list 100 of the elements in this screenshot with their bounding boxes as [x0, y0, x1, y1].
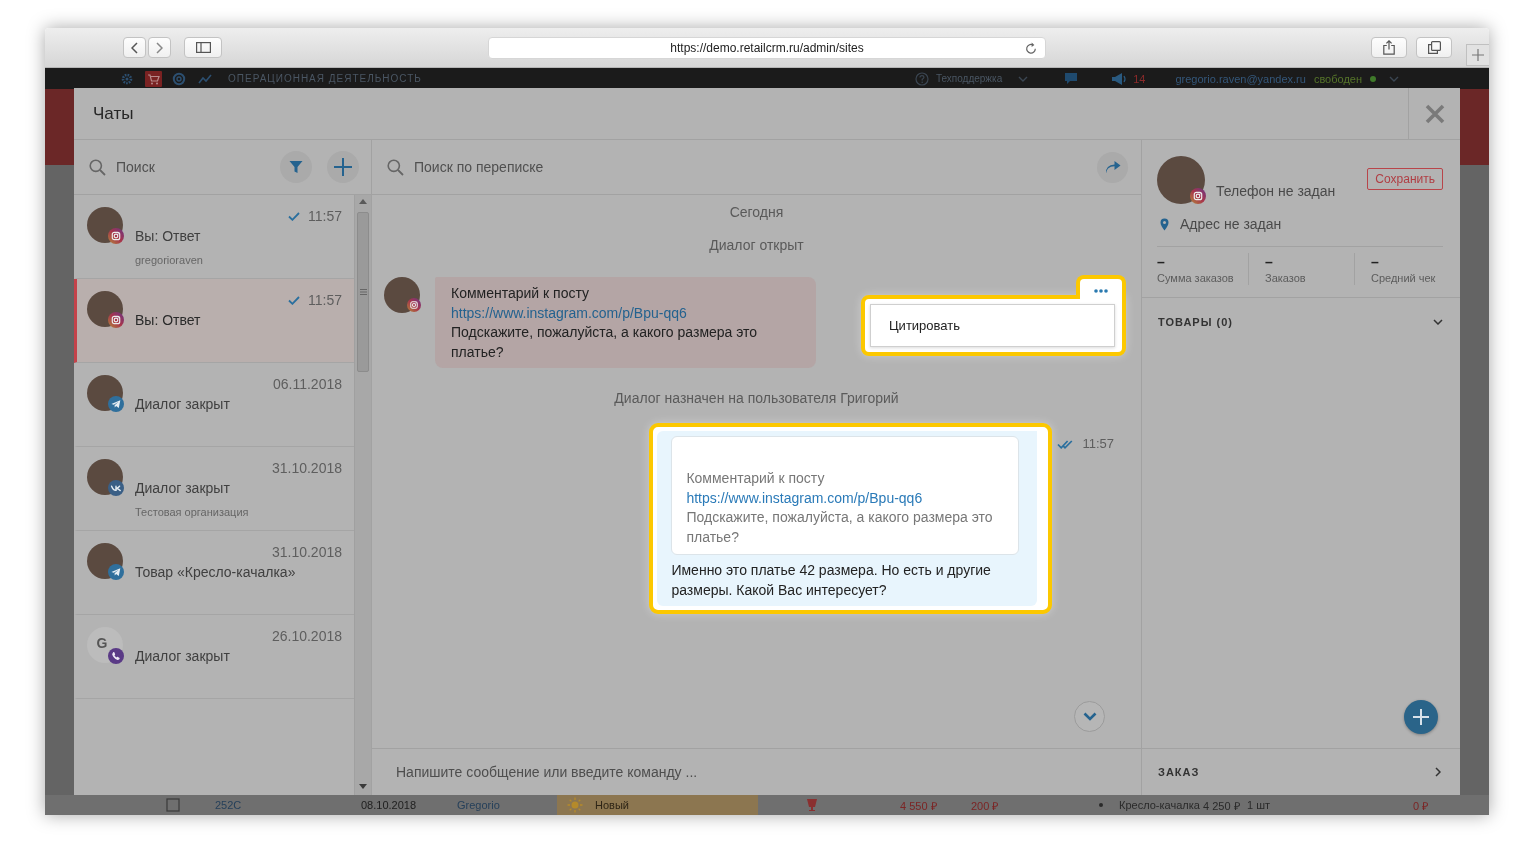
post-link[interactable]: https://www.instagram.com/p/Bpu-qq6: [686, 489, 923, 506]
add-button[interactable]: [1404, 700, 1438, 734]
sun-icon: [567, 797, 583, 813]
share-button[interactable]: [1371, 37, 1407, 58]
system-message: Сегодня: [729, 203, 784, 222]
chat-preview: Диалог закрыт: [135, 479, 231, 498]
avatar: [1157, 156, 1205, 204]
stat-value: –: [1265, 255, 1274, 269]
address-text: Адрес не задан: [1180, 216, 1282, 232]
scroll-down-button[interactable]: [1074, 701, 1105, 732]
cart-tile-icon[interactable]: [145, 70, 162, 87]
plus-icon: [1413, 709, 1429, 725]
chat-preview: Товар «Кресло-качалка»: [135, 563, 297, 582]
forward-button[interactable]: [1097, 151, 1128, 183]
filter-button[interactable]: [280, 151, 312, 183]
search-icon: [89, 158, 106, 176]
camera-badge-icon: [108, 228, 124, 244]
chat-time: 31.10.2018: [271, 543, 342, 561]
cup-icon: [806, 798, 818, 812]
chat-time: 11:57: [308, 291, 342, 309]
system-message: Диалог назначен на пользователя Григорий: [614, 389, 899, 408]
chevron-down-icon[interactable]: [1433, 319, 1443, 325]
bullet-icon: [1099, 803, 1103, 807]
plus-icon: [1472, 49, 1484, 61]
message-field[interactable]: Напишите сообщение или введите команду ...: [396, 762, 1117, 782]
more-button[interactable]: [1076, 275, 1126, 299]
sidebar-button[interactable]: [184, 37, 222, 58]
plus-icon: [334, 158, 352, 176]
chevron-right-icon[interactable]: [1435, 767, 1441, 777]
triangle-up-icon[interactable]: [359, 199, 367, 204]
tabs-button[interactable]: [1416, 37, 1452, 58]
ring-icon[interactable]: [172, 71, 186, 86]
search-field[interactable]: Поиск по переписке: [414, 157, 1097, 177]
grip-lines-icon: [359, 289, 367, 295]
forward-button[interactable]: [148, 37, 171, 58]
chat-item[interactable]: 31.10.2018 Товар «Кресло-качалка»: [74, 531, 354, 615]
stat-label: Средний чек: [1371, 271, 1437, 285]
chat-bubble-icon[interactable]: [1064, 72, 1079, 85]
status-text: Новый: [595, 799, 629, 811]
chat-time: 31.10.2018: [271, 459, 342, 477]
badge-icon: [108, 480, 124, 496]
dots-icon: [1094, 289, 1108, 293]
table-cell-text: Кресло-качалка: [1119, 799, 1201, 811]
chat-subtitle: Тестовая организация: [135, 505, 250, 519]
post-link[interactable]: https://www.instagram.com/p/Bpu-qq6: [451, 304, 687, 321]
table-cell-text: 200 ₽: [971, 798, 1000, 813]
stat-label: Заказов: [1265, 271, 1307, 285]
table-cell-text: 0 ₽: [1413, 798, 1429, 813]
notification-count: 14: [1133, 72, 1146, 85]
tabs-icon: [1427, 41, 1441, 54]
section-title[interactable]: ТОВАРЫ (0): [1158, 315, 1233, 329]
chevron-down-icon: [1082, 712, 1097, 721]
chat-time: 11:57: [308, 207, 342, 225]
back-button[interactable]: [123, 37, 146, 58]
table-cell-text: 4 550 ₽: [900, 798, 938, 813]
new-tab-button[interactable]: [1466, 44, 1489, 66]
message-text: Комментарий к посту: [451, 284, 591, 303]
chat-preview: Вы: Ответ: [135, 311, 202, 330]
sidebar-icon: [195, 42, 211, 53]
chat-item[interactable]: G 26.10.2018 Диалог закрыт: [74, 615, 354, 699]
message-time: 11:57: [1082, 437, 1114, 451]
chat-preview: Вы: Ответ: [135, 227, 202, 246]
save-button[interactable]: Сохранить: [1367, 168, 1443, 190]
user-status: свободен: [1313, 72, 1362, 85]
camera-badge-icon: [108, 312, 124, 328]
section-title[interactable]: ЗАКАЗ: [1158, 765, 1200, 779]
menu-item[interactable]: Цитировать: [871, 305, 1114, 346]
camera-badge-icon: [407, 298, 421, 312]
message-text: Именно это платье 42 размера. Но есть и другие размеры. Какой Вас интересует?: [671, 561, 992, 600]
table-cell-text: 08.10.2018: [361, 799, 418, 811]
share-icon: [1383, 40, 1395, 55]
phone-text: Телефон не задан: [1216, 183, 1336, 199]
location-pin-icon: [1160, 217, 1169, 231]
search-field[interactable]: Поиск: [116, 157, 280, 177]
checkbox-icon[interactable]: [166, 798, 180, 812]
message-text: Подскажите, пожалуйста, а какого размера это платье?: [451, 323, 759, 362]
system-message: Диалог открыт: [709, 236, 804, 255]
reload-icon: [1025, 41, 1037, 55]
phone-badge-icon: [108, 648, 124, 664]
stat-value: –: [1157, 255, 1166, 269]
chat-item[interactable]: 31.10.2018 Диалог закрыт Тестовая организация: [74, 447, 354, 531]
table-cell-text: Gregorio: [457, 799, 501, 811]
modal-title: Чаты: [93, 103, 134, 124]
address-field[interactable]: https://demo.retailcrm.ru/admin/sites: [488, 36, 1046, 59]
add-button[interactable]: [327, 151, 359, 183]
scrollbar[interactable]: [354, 195, 371, 795]
curved-arrow-icon: [1104, 160, 1121, 174]
scrollbar-thumb[interactable]: [357, 212, 369, 372]
chat-preview: Диалог закрыт: [135, 395, 231, 414]
help-circle-icon[interactable]: [914, 71, 929, 86]
chat-item[interactable]: 06.11.2018 Диалог закрыт: [74, 363, 354, 447]
gear-icon[interactable]: [121, 72, 133, 85]
chat-time: 26.10.2018: [271, 627, 342, 645]
chevron-right-icon: [156, 41, 163, 54]
filter-icon: [289, 160, 303, 174]
table-cell-text: 1 шт: [1247, 799, 1272, 811]
megaphone-icon[interactable]: [1111, 71, 1128, 86]
chat-item[interactable]: 11:57 Вы: Ответ: [74, 279, 354, 363]
chart-line-icon[interactable]: [198, 72, 212, 85]
triangle-down-icon[interactable]: [359, 784, 367, 789]
